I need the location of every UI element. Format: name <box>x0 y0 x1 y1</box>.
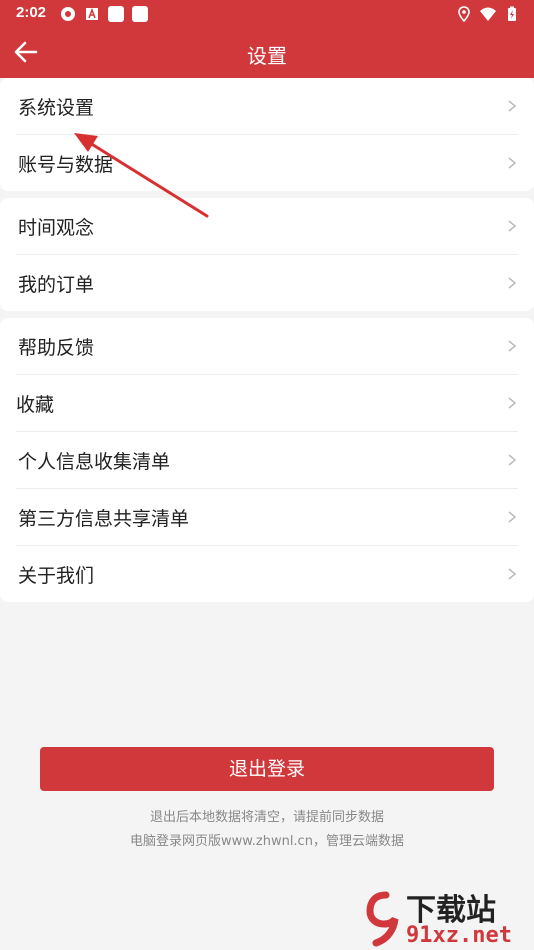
battery-icon <box>508 6 516 21</box>
page-title: 设置 <box>247 46 287 68</box>
menu-item-about-us[interactable]: 关于我们 <box>16 546 518 602</box>
menu-item-label: 关于我们 <box>18 565 95 587</box>
app-notification-icon <box>61 7 75 21</box>
menu-item-label: 时间观念 <box>18 217 95 239</box>
menu-item-favorites[interactable]: 收藏 <box>16 375 518 432</box>
menu-item-label: 第三方信息共享清单 <box>18 508 190 530</box>
logout-button[interactable]: 退出登录 <box>40 747 494 791</box>
chevron-right-icon <box>508 100 517 112</box>
square-notification-icon <box>108 6 124 22</box>
menu-item-label: 帮助反馈 <box>18 337 95 359</box>
status-system-icons <box>456 6 520 22</box>
settings-group-3: 帮助反馈 收藏 个人信息收集清单 第三方信息共享清单 关于我们 <box>0 318 534 602</box>
chevron-right-icon <box>508 220 517 232</box>
a-notification-icon <box>86 7 98 20</box>
status-notification-icons <box>60 6 148 22</box>
menu-item-label: 账号与数据 <box>18 154 114 176</box>
square-notification-icon <box>132 6 148 22</box>
chevron-right-icon <box>508 454 517 466</box>
status-time: 2:02 <box>16 4 47 21</box>
menu-item-system-settings[interactable]: 系统设置 <box>16 78 518 135</box>
menu-item-label: 个人信息收集清单 <box>18 451 171 473</box>
wifi-icon <box>480 7 496 21</box>
chevron-right-icon <box>508 340 517 352</box>
chevron-right-icon <box>508 277 517 289</box>
menu-item-time-concept[interactable]: 时间观念 <box>16 198 518 255</box>
web-version-hint-text: 电脑登录网页版www.zhwnl.cn，管理云端数据 <box>130 834 404 849</box>
top-bar: 2:02 设置 <box>0 0 534 78</box>
menu-item-personal-info-list[interactable]: 个人信息收集清单 <box>16 432 518 489</box>
watermark-logo: 下载站 91xz.net <box>366 885 534 950</box>
menu-item-help-feedback[interactable]: 帮助反馈 <box>16 318 518 375</box>
menu-item-label: 收藏 <box>16 394 55 416</box>
menu-item-label: 我的订单 <box>18 274 95 296</box>
location-icon <box>458 6 470 22</box>
menu-item-label: 系统设置 <box>18 97 95 119</box>
logout-hint-text: 退出后本地数据将清空，请提前同步数据 <box>149 810 384 825</box>
chevron-right-icon <box>508 397 517 409</box>
chevron-right-icon <box>508 511 517 523</box>
watermark-text-url: 91xz.net <box>406 923 512 948</box>
settings-group-2: 时间观念 我的订单 <box>0 198 534 311</box>
chevron-right-icon <box>508 157 517 169</box>
watermark-9-icon <box>366 891 399 947</box>
menu-item-account-data[interactable]: 账号与数据 <box>16 135 518 191</box>
menu-item-third-party-sharing-list[interactable]: 第三方信息共享清单 <box>16 489 518 546</box>
status-bar: 2:02 <box>0 0 534 28</box>
menu-item-my-orders[interactable]: 我的订单 <box>16 255 518 311</box>
settings-group-1: 系统设置 账号与数据 <box>0 78 534 191</box>
nav-bar: 设置 <box>0 28 534 78</box>
chevron-right-icon <box>508 568 517 580</box>
